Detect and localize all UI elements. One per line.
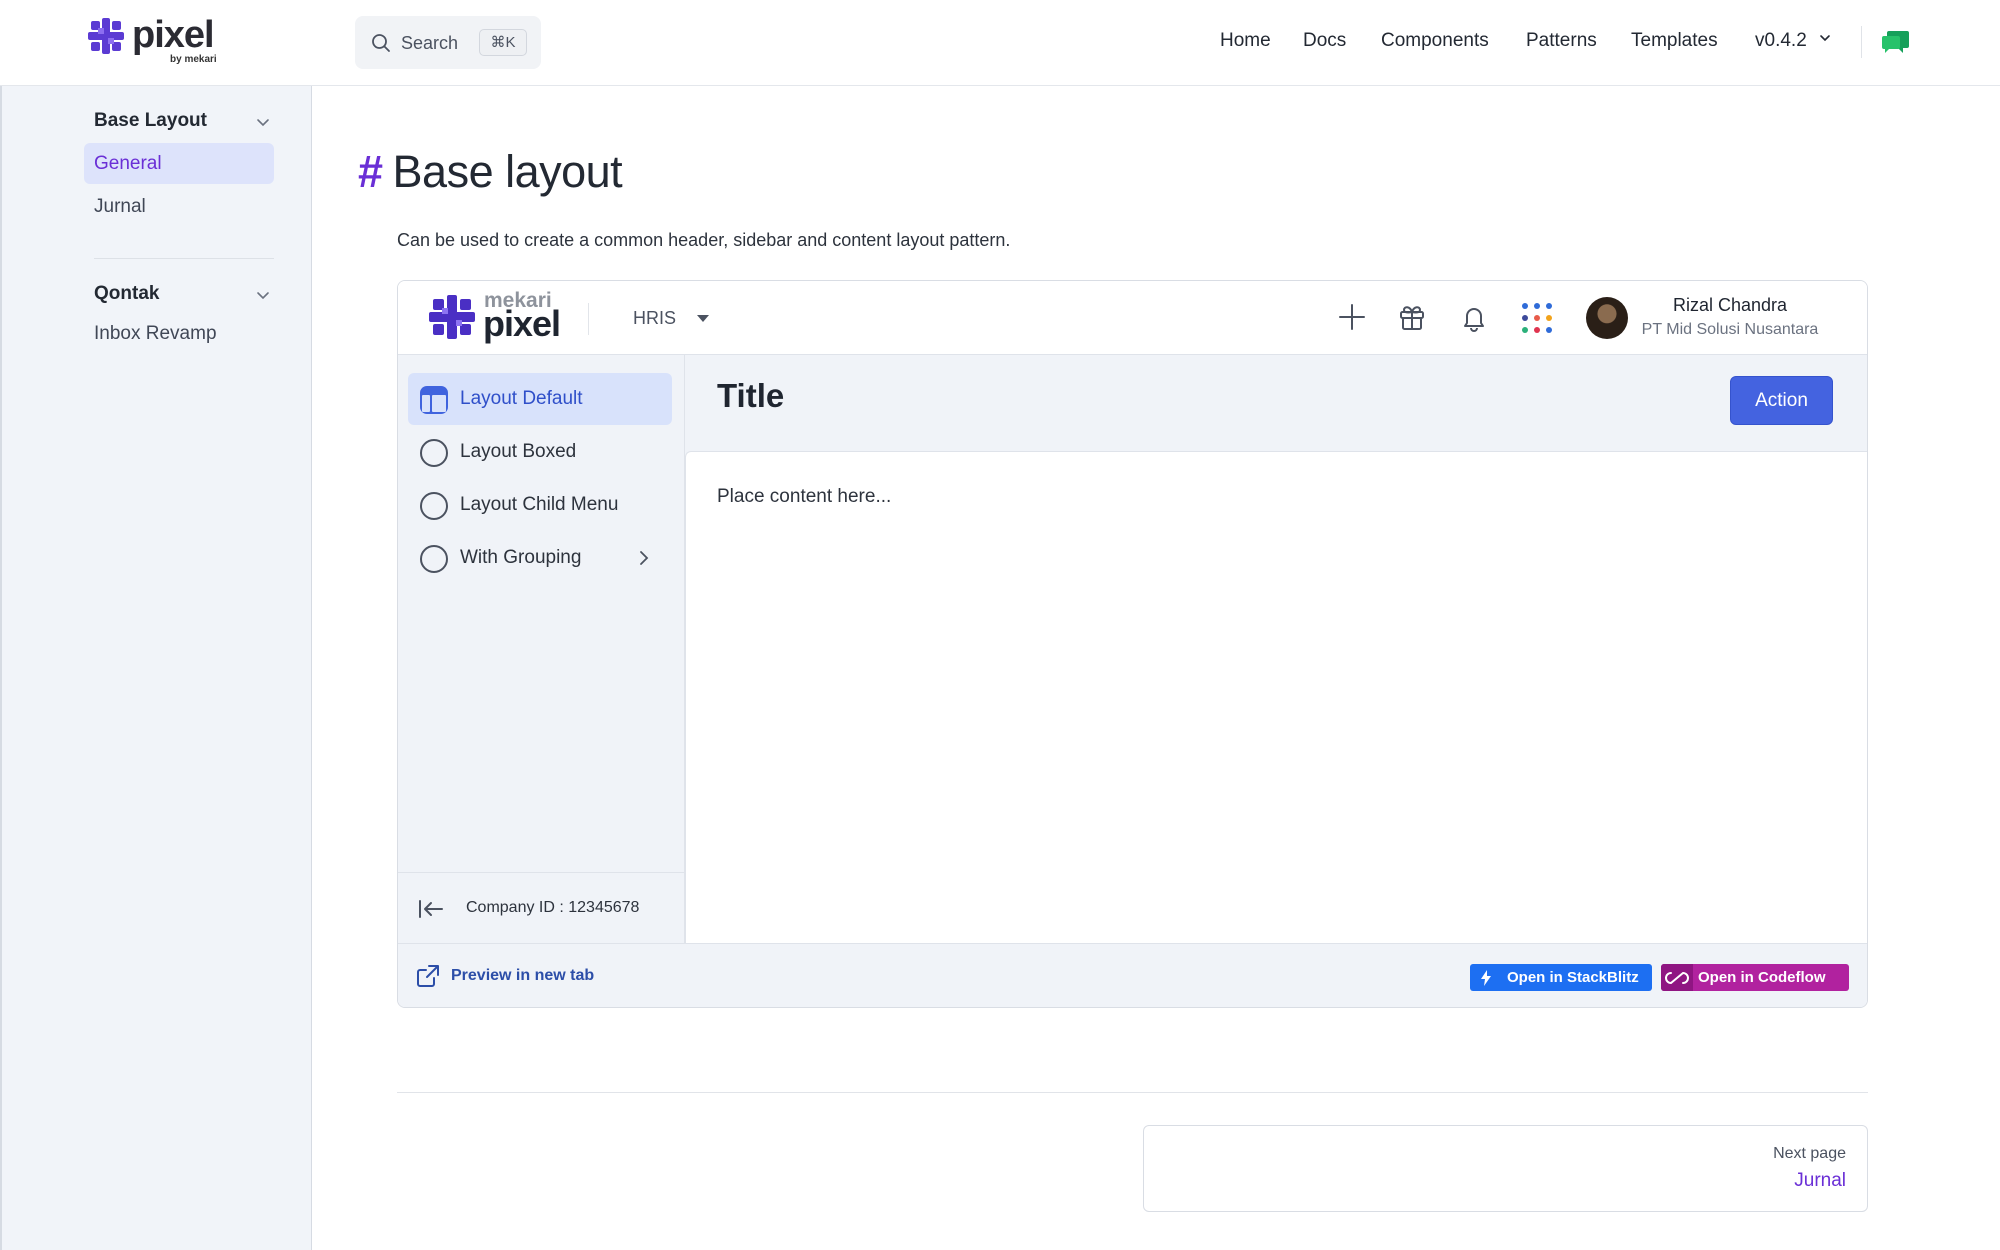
lightning-icon	[1481, 969, 1491, 986]
chat-icon[interactable]	[1882, 28, 1910, 56]
preview-main: Title Action Place content here...	[685, 355, 1867, 943]
version-label: v0.4.2	[1755, 30, 1807, 51]
user-name: Rizal Chandra	[1672, 295, 1788, 315]
external-link-icon[interactable]	[415, 963, 441, 989]
menu-item-with-grouping[interactable]: With Grouping	[408, 532, 672, 584]
search-button[interactable]: Search ⌘K	[355, 16, 541, 69]
sidebar-item-jurnal[interactable]: Jurnal	[84, 186, 274, 227]
preview-page-title: Title	[717, 377, 785, 414]
menu-item-layout-default[interactable]: Layout Default	[408, 373, 672, 425]
menu-item-label: With Grouping	[460, 547, 582, 568]
company-id: Company ID : 12345678	[466, 899, 640, 916]
sidebar-group-base-layout[interactable]: Base Layout	[94, 110, 207, 132]
nav-patterns[interactable]: Patterns	[1526, 30, 1597, 52]
sidebar-item-inbox-revamp[interactable]: Inbox Revamp	[84, 313, 274, 354]
menu-item-label: Layout Default	[460, 388, 583, 409]
bell-icon[interactable]	[1458, 301, 1490, 333]
nav-docs[interactable]: Docs	[1303, 30, 1346, 52]
layout-preview: mekari pixel HRIS Rizal Chandra PT Mid S…	[397, 280, 1868, 1008]
open-in-stackblitz-button[interactable]: Open in StackBlitz	[1470, 964, 1652, 991]
collapse-sidebar-icon[interactable]	[418, 899, 444, 919]
page-title-text: Base layout	[392, 146, 623, 197]
sidebar-divider	[94, 258, 274, 259]
nav-components[interactable]: Components	[1381, 30, 1489, 52]
logo-wordmark: pixel	[132, 14, 215, 56]
nav-divider	[1861, 26, 1862, 58]
nav-home[interactable]: Home	[1220, 30, 1271, 52]
top-navbar: pixel by mekari Search ⌘K Home Docs Comp…	[0, 0, 2000, 86]
menu-item-label: Layout Boxed	[460, 441, 577, 462]
content-divider	[397, 1092, 1868, 1093]
sidebar-group-qontak[interactable]: Qontak	[94, 283, 159, 305]
menu-item-label: Layout Child Menu	[460, 494, 619, 515]
chevron-down-icon[interactable]	[254, 286, 272, 304]
sidebar-footer: Company ID : 12345678	[398, 872, 684, 943]
user-company: PT Mid Solusi Nusantara	[1641, 321, 1819, 338]
codeflow-label: Open in Codeflow	[1698, 969, 1826, 986]
preview-footer: Preview in new tab Open in StackBlitz Op…	[398, 943, 1867, 1007]
product-switcher[interactable]: HRIS	[633, 308, 676, 329]
search-label: Search	[401, 33, 459, 53]
preview-header-divider	[588, 303, 589, 335]
user-info[interactable]: Rizal Chandra PT Mid Solusi Nusantara	[1630, 295, 1830, 339]
preview-in-new-tab-link[interactable]: Preview in new tab	[451, 967, 594, 985]
search-shortcut: ⌘K	[479, 29, 527, 56]
logo-byline: by mekari	[170, 54, 217, 65]
chevron-down-icon[interactable]	[254, 113, 272, 131]
page-title: # Base layout	[358, 146, 623, 198]
apps-grid-icon[interactable]	[1520, 301, 1554, 335]
action-button[interactable]: Action	[1730, 376, 1833, 425]
next-page-card[interactable]: Next page Jurnal	[1143, 1125, 1868, 1212]
preview-sidebar: Layout Default Layout Boxed Layout Child…	[398, 355, 685, 943]
preview-logo-pixel: pixel	[483, 303, 561, 344]
page-description: Can be used to create a common header, s…	[397, 230, 1011, 250]
preview-header: mekari pixel HRIS Rizal Chandra PT Mid S…	[398, 281, 1867, 355]
mekari-pixel-logo-icon	[429, 295, 475, 339]
menu-item-layout-child-menu[interactable]: Layout Child Menu	[408, 479, 672, 531]
gift-icon[interactable]	[1396, 301, 1428, 333]
content-area: Place content here...	[685, 451, 1867, 943]
caret-down-icon[interactable]	[695, 310, 711, 326]
docs-sidebar: Base Layout General Jurnal Qontak Inbox …	[0, 86, 312, 1250]
nav-templates[interactable]: Templates	[1631, 30, 1718, 52]
version-dropdown[interactable]: v0.4.2	[1755, 30, 1832, 52]
codeflow-icon	[1665, 971, 1689, 984]
sidebar-item-general[interactable]: General	[84, 143, 274, 184]
next-page-label: Next page	[1773, 1145, 1846, 1162]
user-avatar[interactable]	[1586, 297, 1628, 339]
chevron-down-icon	[1820, 35, 1830, 42]
stackblitz-label: Open in StackBlitz	[1507, 969, 1639, 986]
circle-icon	[420, 545, 448, 573]
plus-icon[interactable]	[1336, 301, 1368, 333]
content-placeholder: Place content here...	[717, 486, 892, 507]
menu-item-layout-boxed[interactable]: Layout Boxed	[408, 426, 672, 478]
chevron-right-icon	[640, 551, 649, 565]
circle-icon	[420, 439, 448, 467]
heading-anchor[interactable]: #	[358, 146, 383, 197]
layout-icon	[420, 386, 448, 414]
open-in-codeflow-button[interactable]: Open in Codeflow	[1661, 964, 1849, 991]
pixel-logo-mark-icon	[88, 18, 124, 54]
circle-icon	[420, 492, 448, 520]
pixel-logo[interactable]: pixel by mekari	[88, 14, 218, 68]
next-page-link: Jurnal	[1794, 1170, 1846, 1191]
search-icon	[372, 34, 390, 52]
